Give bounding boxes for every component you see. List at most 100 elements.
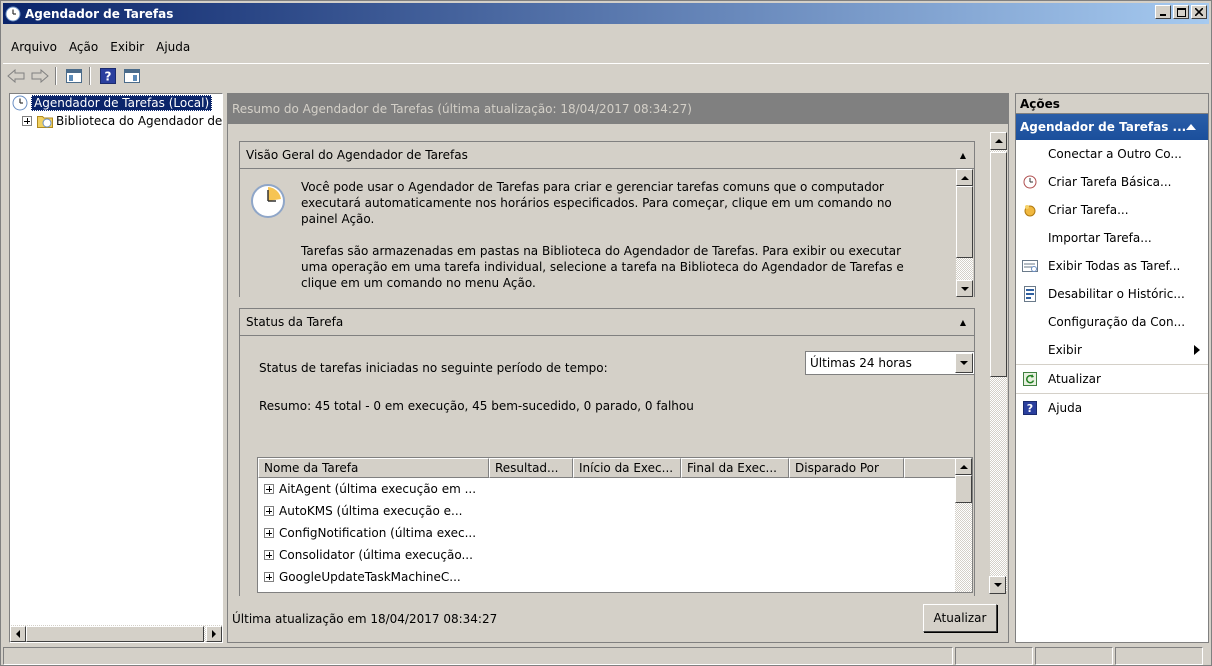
folder-clock-icon	[37, 116, 53, 128]
scroll-right-button[interactable]	[206, 625, 222, 642]
action-view[interactable]: Exibir	[1016, 336, 1208, 364]
overview-title: Visão Geral do Agendador de Tarefas	[246, 148, 468, 162]
tree-node-root-label: Agendador de Tarefas (Local)	[31, 95, 213, 111]
refresh-icon	[1022, 371, 1038, 387]
table-header: Nome da Tarefa Resultad... Início da Exe…	[258, 458, 972, 478]
console-tree[interactable]: Agendador de Tarefas (Local) Biblioteca …	[9, 93, 223, 643]
collapse-icon[interactable]: ▲	[960, 318, 966, 327]
arrow-left-icon	[16, 629, 20, 638]
blank-icon	[1022, 146, 1038, 162]
forward-button[interactable]	[29, 66, 51, 86]
arrow-up-icon	[994, 139, 1003, 143]
summary-header: Resumo do Agendador de Tarefas (última a…	[228, 94, 1008, 124]
column-filler	[904, 458, 956, 478]
task-name: AutoKMS (última execução e...	[279, 504, 463, 518]
expand-icon[interactable]	[264, 484, 274, 494]
summary-vertical-scrollbar[interactable]	[990, 132, 1007, 592]
help-icon: ?	[1022, 400, 1038, 416]
chevron-down-icon	[960, 361, 968, 365]
tree-node-library[interactable]: Biblioteca do Agendador de Tarefas	[10, 112, 222, 130]
status-section-header[interactable]: Status da Tarefa ▲	[239, 308, 975, 336]
task-name: GoogleUpdateTaskMachineC...	[279, 570, 461, 584]
action-show-all-tasks[interactable]: Exibir Todas as Taref...	[1016, 252, 1208, 280]
action-import-task[interactable]: Importar Tarefa...	[1016, 224, 1208, 252]
collapse-icon[interactable]	[1186, 124, 1196, 130]
refresh-button[interactable]: Atualizar	[923, 604, 997, 632]
column-task-name[interactable]: Nome da Tarefa	[258, 458, 489, 478]
column-result[interactable]: Resultad...	[489, 458, 573, 478]
scroll-down-button[interactable]	[956, 280, 973, 297]
expand-icon[interactable]	[264, 550, 274, 560]
actions-group-label: Agendador de Tarefas ...	[1020, 120, 1187, 134]
action-refresh[interactable]: Atualizar	[1016, 365, 1208, 393]
actions-group-header[interactable]: Agendador de Tarefas ...	[1016, 114, 1208, 140]
scroll-up-button[interactable]	[990, 132, 1007, 150]
action-disable-history[interactable]: Desabilitar o Históric...	[1016, 280, 1208, 308]
toolbar: ?	[3, 63, 1209, 87]
maximize-button[interactable]	[1173, 5, 1189, 19]
action-create-task[interactable]: Criar Tarefa...	[1016, 196, 1208, 224]
show-hide-action-pane-button[interactable]	[121, 66, 143, 86]
collapse-icon[interactable]: ▲	[960, 151, 966, 160]
back-button[interactable]	[5, 66, 27, 86]
scroll-up-button[interactable]	[956, 169, 973, 186]
console-tree-icon	[66, 68, 82, 83]
action-label: Importar Tarefa...	[1048, 231, 1152, 245]
action-label: Exibir Todas as Taref...	[1048, 259, 1181, 273]
forward-arrow-icon	[31, 68, 49, 83]
column-triggered-by[interactable]: Disparado Por	[789, 458, 904, 478]
minimize-button[interactable]	[1155, 5, 1171, 19]
close-button[interactable]	[1191, 5, 1207, 19]
table-row[interactable]: ConfigNotification (última exec...	[258, 522, 972, 544]
tree-node-root[interactable]: Agendador de Tarefas (Local)	[10, 94, 222, 112]
expand-icon[interactable]	[264, 528, 274, 538]
period-select[interactable]: Últimas 24 horas	[805, 351, 975, 375]
scroll-up-button[interactable]	[955, 458, 972, 475]
menu-arquivo[interactable]: Arquivo	[11, 40, 57, 54]
scroll-left-button[interactable]	[10, 625, 26, 642]
arrow-right-icon	[212, 629, 216, 638]
svg-text:?: ?	[1027, 402, 1033, 415]
expand-icon[interactable]	[264, 572, 274, 582]
actions-title: Ações	[1016, 94, 1208, 114]
table-row[interactable]: Consolidator (última execução...	[258, 544, 972, 566]
tree-horizontal-scrollbar[interactable]	[10, 625, 222, 642]
action-label: Atualizar	[1048, 372, 1101, 386]
table-row[interactable]: AitAgent (última execução em ...	[258, 478, 972, 500]
overview-text: Você pode usar o Agendador de Tarefas pa…	[301, 179, 911, 297]
scroll-down-button[interactable]	[989, 576, 1006, 594]
table-scrollbar[interactable]	[955, 458, 972, 592]
table-row[interactable]: GoogleUpdateTaskMachineC...	[258, 566, 972, 588]
title-bar[interactable]: Agendador de Tarefas	[3, 3, 1209, 24]
blank-icon	[1022, 342, 1038, 358]
column-end[interactable]: Final da Exec...	[681, 458, 789, 478]
expand-icon[interactable]	[264, 506, 274, 516]
menu-ajuda[interactable]: Ajuda	[156, 40, 190, 54]
action-account-settings[interactable]: Configuração da Con...	[1016, 308, 1208, 336]
dropdown-button[interactable]	[955, 353, 973, 373]
overview-section-header[interactable]: Visão Geral do Agendador de Tarefas ▲	[239, 141, 975, 169]
overview-scrollbar[interactable]	[956, 169, 973, 297]
clock-wizard-icon	[1022, 174, 1038, 190]
expand-icon[interactable]	[22, 116, 32, 126]
column-start[interactable]: Início da Exec...	[573, 458, 681, 478]
action-label: Criar Tarefa Básica...	[1048, 175, 1172, 189]
menu-acao[interactable]: Ação	[69, 40, 98, 54]
action-connect-other-computer[interactable]: Conectar a Outro Co...	[1016, 140, 1208, 168]
back-arrow-icon	[7, 68, 25, 83]
action-label: Ajuda	[1048, 401, 1083, 415]
help-toolbar-button[interactable]: ?	[97, 66, 119, 86]
scroll-thumb[interactable]	[955, 475, 972, 503]
clock-icon	[5, 6, 21, 21]
task-status-table[interactable]: Nome da Tarefa Resultad... Início da Exe…	[257, 457, 973, 593]
show-hide-tree-button[interactable]	[63, 66, 85, 86]
action-create-basic-task[interactable]: Criar Tarefa Básica...	[1016, 168, 1208, 196]
scroll-thumb[interactable]	[990, 152, 1007, 377]
menu-exibir[interactable]: Exibir	[110, 40, 144, 54]
status-summary: Resumo: 45 total - 0 em execução, 45 bem…	[259, 399, 694, 413]
action-help[interactable]: ? Ajuda	[1016, 394, 1208, 422]
scroll-thumb[interactable]	[956, 186, 973, 258]
table-row[interactable]: AutoKMS (última execução e...	[258, 500, 972, 522]
clock-icon	[12, 95, 28, 111]
scroll-thumb[interactable]	[26, 625, 204, 642]
